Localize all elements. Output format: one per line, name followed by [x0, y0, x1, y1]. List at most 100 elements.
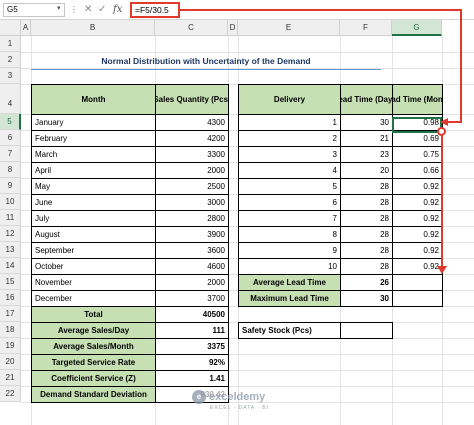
- summary-label-cell[interactable]: Average Sales/Month: [31, 338, 156, 355]
- summary-value-cell[interactable]: 92%: [155, 354, 229, 371]
- sales-quantity-cell[interactable]: 3600: [155, 242, 229, 259]
- sales-header-month[interactable]: Month: [31, 84, 156, 115]
- summary-label-cell[interactable]: Targeted Service Rate: [31, 354, 156, 371]
- lead-time-days-cell[interactable]: 20: [340, 162, 393, 179]
- row-header-1[interactable]: 1: [0, 36, 21, 52]
- column-header-b[interactable]: B: [31, 20, 155, 36]
- sales-quantity-cell[interactable]: 2000: [155, 274, 229, 291]
- delivery-number-cell[interactable]: 5: [238, 178, 341, 195]
- row-header-11[interactable]: 11: [0, 210, 21, 226]
- sales-month-cell[interactable]: March: [31, 146, 156, 163]
- lead-time-days-cell[interactable]: 28: [340, 226, 393, 243]
- lead-time-month-header[interactable]: Lead Time (Month): [392, 84, 443, 115]
- row-header-20[interactable]: 20: [0, 354, 21, 370]
- lead-summary-empty-cell[interactable]: [392, 274, 443, 291]
- row-header-4[interactable]: 4: [0, 84, 21, 114]
- delivery-number-cell[interactable]: 9: [238, 242, 341, 259]
- sales-month-cell[interactable]: July: [31, 210, 156, 227]
- summary-label-cell[interactable]: Coefficient Service (Z): [31, 370, 156, 387]
- delivery-number-cell[interactable]: 3: [238, 146, 341, 163]
- delivery-header[interactable]: Delivery: [238, 84, 341, 115]
- sales-month-cell[interactable]: April: [31, 162, 156, 179]
- sales-month-cell[interactable]: May: [31, 178, 156, 195]
- lead-time-days-cell[interactable]: 28: [340, 210, 393, 227]
- lead-time-days-cell[interactable]: 28: [340, 242, 393, 259]
- row-header-21[interactable]: 21: [0, 370, 21, 386]
- lead-time-month-cell[interactable]: 0.92: [392, 242, 443, 259]
- sales-month-cell[interactable]: September: [31, 242, 156, 259]
- sales-month-cell[interactable]: August: [31, 226, 156, 243]
- row-header-14[interactable]: 14: [0, 258, 21, 274]
- row-header-3[interactable]: 3: [0, 68, 21, 84]
- formula-input[interactable]: =F5/30.5: [130, 2, 180, 18]
- sales-month-cell[interactable]: June: [31, 194, 156, 211]
- row-header-15[interactable]: 15: [0, 274, 21, 290]
- sales-header-quantity[interactable]: Sales Quantity (Pcs): [155, 84, 229, 115]
- sales-quantity-cell[interactable]: 3700: [155, 290, 229, 307]
- lead-time-month-cell[interactable]: 0.75: [392, 146, 443, 163]
- lead-time-days-header[interactable]: Lead Time (Days): [340, 84, 393, 115]
- sales-month-cell[interactable]: February: [31, 130, 156, 147]
- lead-summary-label-cell[interactable]: Maximum Lead Time: [238, 290, 341, 307]
- column-header-d[interactable]: D: [228, 20, 238, 36]
- column-header-e[interactable]: E: [238, 20, 340, 36]
- delivery-number-cell[interactable]: 6: [238, 194, 341, 211]
- name-box-dropdown-icon[interactable]: ▾: [57, 4, 61, 12]
- lead-time-days-cell[interactable]: 30: [340, 114, 393, 131]
- name-box[interactable]: G5: [3, 3, 65, 17]
- row-header-17[interactable]: 17: [0, 306, 21, 322]
- lead-time-month-cell[interactable]: 0.66: [392, 162, 443, 179]
- sales-quantity-cell[interactable]: 3000: [155, 194, 229, 211]
- summary-label-cell[interactable]: Average Sales/Day: [31, 322, 156, 339]
- summary-value-cell[interactable]: 1.41: [155, 370, 229, 387]
- delivery-number-cell[interactable]: 10: [238, 258, 341, 275]
- lead-summary-value-cell[interactable]: 26: [340, 274, 393, 291]
- lead-summary-value-cell[interactable]: 30: [340, 290, 393, 307]
- sales-quantity-cell[interactable]: 3900: [155, 226, 229, 243]
- lead-time-days-cell[interactable]: 28: [340, 194, 393, 211]
- lead-time-days-cell[interactable]: 23: [340, 146, 393, 163]
- row-header-12[interactable]: 12: [0, 226, 21, 242]
- column-header-c[interactable]: C: [155, 20, 228, 36]
- column-header-f[interactable]: F: [340, 20, 392, 36]
- row-header-8[interactable]: 8: [0, 162, 21, 178]
- lead-time-days-cell[interactable]: 28: [340, 178, 393, 195]
- lead-time-month-cell[interactable]: 0.92: [392, 226, 443, 243]
- sales-quantity-cell[interactable]: 2800: [155, 210, 229, 227]
- selected-cell-g5[interactable]: [392, 117, 442, 133]
- lead-time-days-cell[interactable]: 28: [340, 258, 393, 275]
- delivery-number-cell[interactable]: 8: [238, 226, 341, 243]
- lead-summary-empty-cell[interactable]: [392, 290, 443, 307]
- safety-stock-label-cell[interactable]: Safety Stock (Pcs): [238, 322, 341, 339]
- row-header-19[interactable]: 19: [0, 338, 21, 354]
- lead-summary-label-cell[interactable]: Average Lead Time: [238, 274, 341, 291]
- enter-icon[interactable]: ✓: [98, 3, 106, 17]
- delivery-number-cell[interactable]: 7: [238, 210, 341, 227]
- row-header-13[interactable]: 13: [0, 242, 21, 258]
- summary-value-cell[interactable]: 40500: [155, 306, 229, 323]
- row-header-22[interactable]: 22: [0, 386, 21, 402]
- delivery-number-cell[interactable]: 2: [238, 130, 341, 147]
- lead-time-month-cell[interactable]: 0.92: [392, 258, 443, 275]
- row-header-18[interactable]: 18: [0, 322, 21, 338]
- sales-quantity-cell[interactable]: 2500: [155, 178, 229, 195]
- sales-quantity-cell[interactable]: 4200: [155, 130, 229, 147]
- safety-stock-value-cell[interactable]: [340, 322, 393, 339]
- lead-time-month-cell[interactable]: 0.92: [392, 194, 443, 211]
- row-header-7[interactable]: 7: [0, 146, 21, 162]
- sales-month-cell[interactable]: January: [31, 114, 156, 131]
- row-header-10[interactable]: 10: [0, 194, 21, 210]
- sales-quantity-cell[interactable]: 4300: [155, 114, 229, 131]
- delivery-number-cell[interactable]: 4: [238, 162, 341, 179]
- select-all-corner[interactable]: [0, 20, 21, 36]
- lead-time-month-cell[interactable]: 0.92: [392, 178, 443, 195]
- delivery-number-cell[interactable]: 1: [238, 114, 341, 131]
- row-header-9[interactable]: 9: [0, 178, 21, 194]
- sales-month-cell[interactable]: November: [31, 274, 156, 291]
- lead-time-days-cell[interactable]: 21: [340, 130, 393, 147]
- row-header-6[interactable]: 6: [0, 130, 21, 146]
- sales-quantity-cell[interactable]: 3300: [155, 146, 229, 163]
- sales-month-cell[interactable]: December: [31, 290, 156, 307]
- summary-label-cell[interactable]: Demand Standard Deviation: [31, 386, 156, 403]
- row-header-2[interactable]: 2: [0, 52, 21, 68]
